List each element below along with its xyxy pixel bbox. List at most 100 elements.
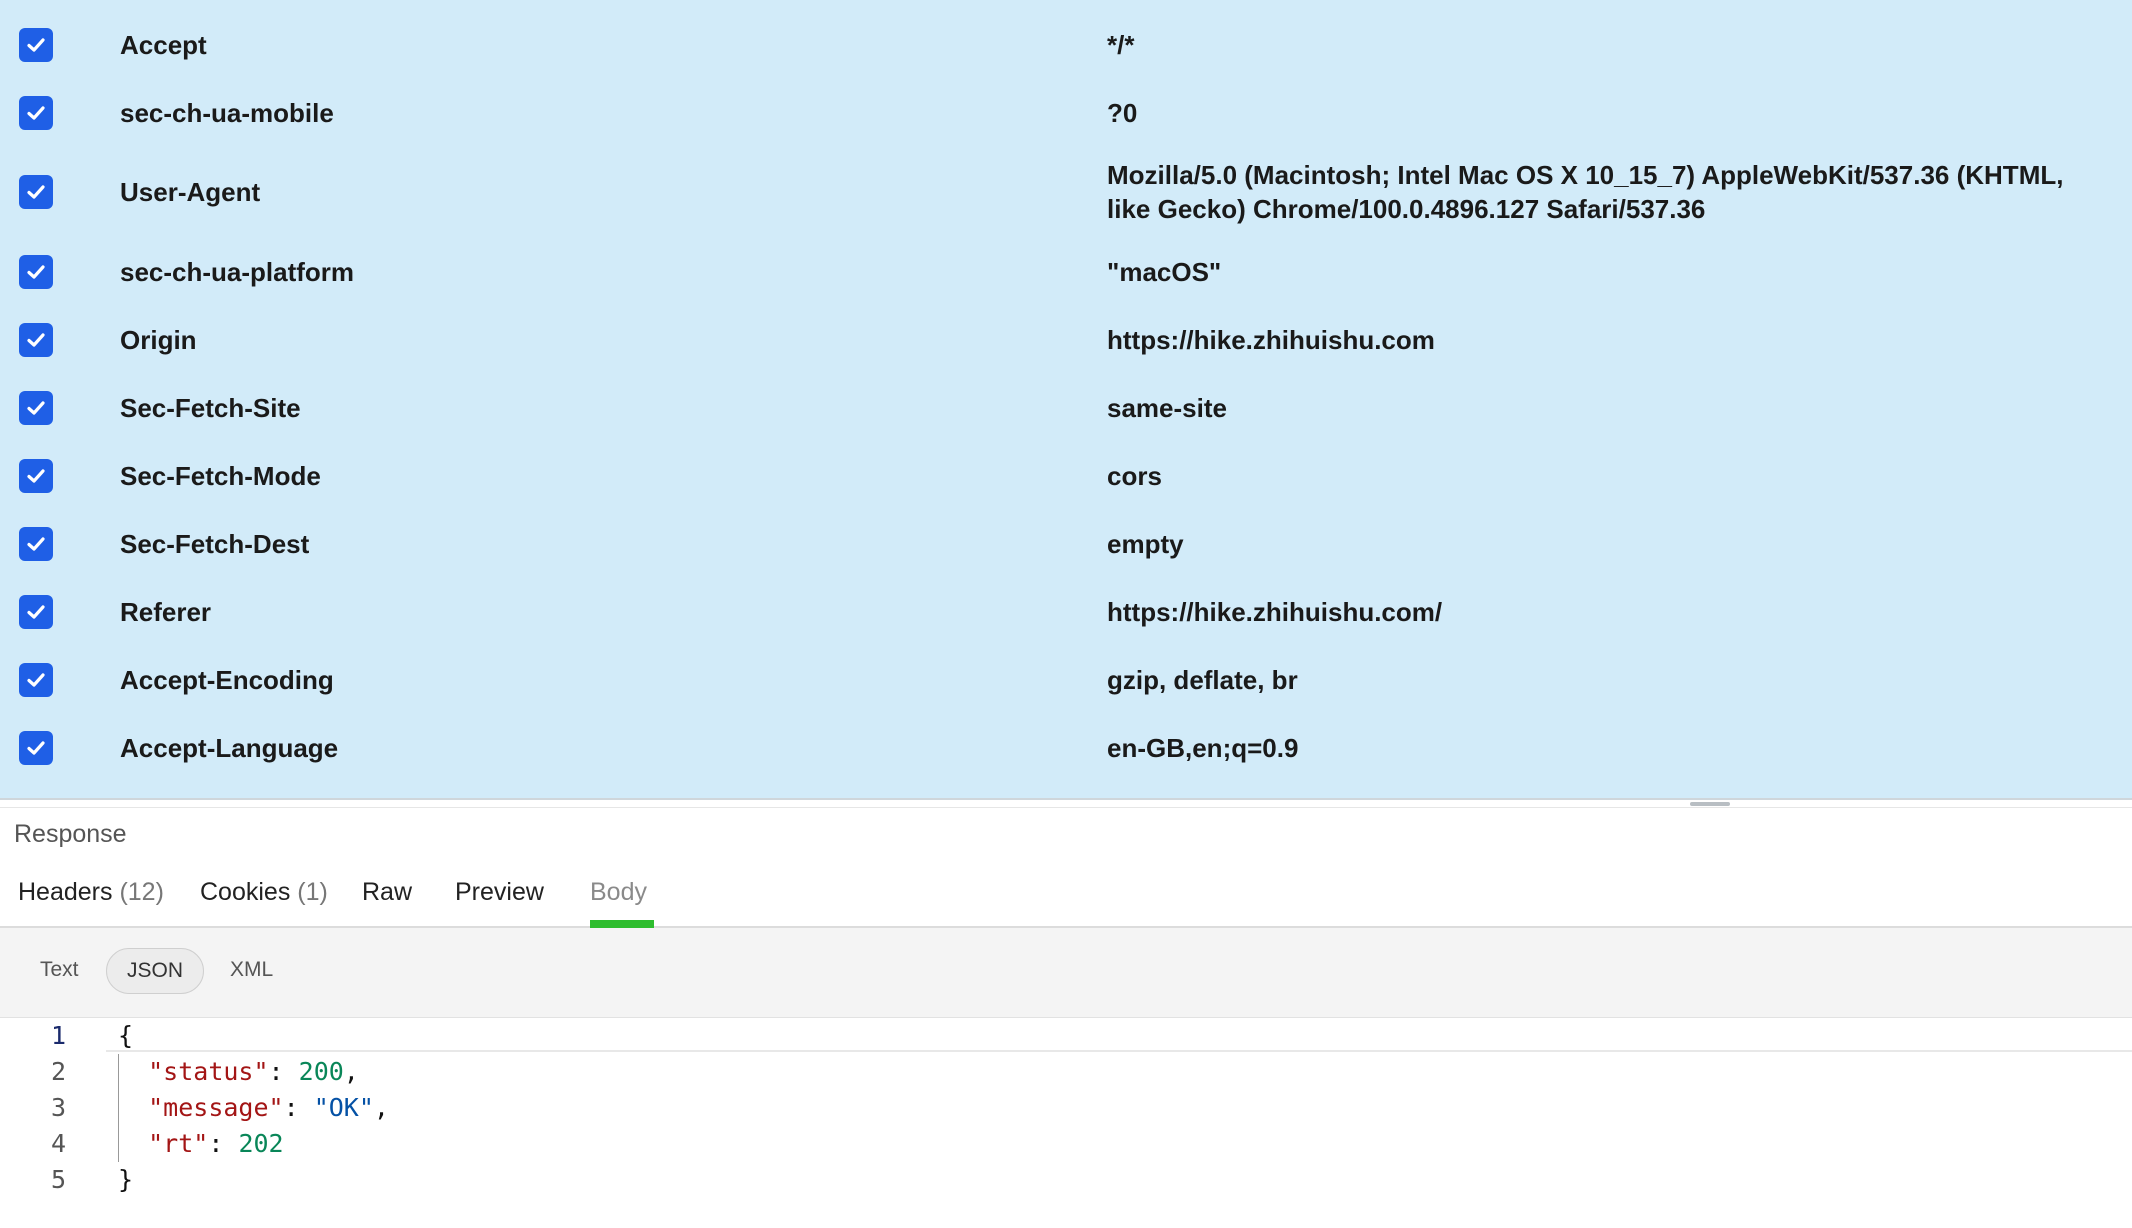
- header-value[interactable]: empty: [1107, 527, 2097, 561]
- tab-cookies[interactable]: Cookies (1): [200, 878, 328, 907]
- line-number: 4: [50, 1129, 66, 1158]
- code-line: 1 {: [0, 1018, 2132, 1054]
- header-row: Accept-Language en-GB,en;q=0.9: [0, 725, 2132, 771]
- header-value[interactable]: https://hike.zhihuishu.com/: [1107, 595, 2097, 629]
- active-tab-indicator: [590, 920, 654, 928]
- response-section-title: Response: [14, 820, 127, 848]
- header-key[interactable]: Accept: [120, 30, 207, 61]
- line-text: "rt": 202: [148, 1129, 284, 1158]
- json-key: "status": [148, 1057, 269, 1086]
- check-icon: [27, 537, 45, 551]
- header-enabled-checkbox[interactable]: [19, 663, 53, 697]
- header-value[interactable]: en-GB,en;q=0.9: [1107, 731, 2097, 765]
- line-text: }: [118, 1165, 134, 1194]
- header-enabled-checkbox[interactable]: [19, 96, 53, 130]
- header-key[interactable]: Sec-Fetch-Mode: [120, 461, 321, 492]
- tab-preview[interactable]: Preview: [455, 878, 544, 907]
- header-key[interactable]: Accept-Encoding: [120, 665, 334, 696]
- resize-handle[interactable]: [1690, 802, 1730, 806]
- header-value[interactable]: cors: [1107, 459, 2097, 493]
- header-enabled-checkbox[interactable]: [19, 731, 53, 765]
- header-enabled-checkbox[interactable]: [19, 255, 53, 289]
- check-icon: [27, 185, 45, 199]
- header-row: sec-ch-ua-mobile ?0: [0, 90, 2132, 136]
- request-headers-table: Accept */* sec-ch-ua-mobile ?0 User-Agen…: [0, 0, 2132, 800]
- header-row: Sec-Fetch-Dest empty: [0, 521, 2132, 567]
- json-string: "OK": [313, 1093, 374, 1122]
- tab-label: Preview: [455, 878, 544, 906]
- header-key[interactable]: Referer: [120, 597, 211, 628]
- json-punct: ,: [343, 1057, 359, 1086]
- line-number: 1: [50, 1021, 66, 1050]
- tab-label: Headers: [18, 878, 113, 906]
- header-row: Sec-Fetch-Mode cors: [0, 453, 2132, 499]
- json-number: 200: [298, 1057, 344, 1086]
- check-icon: [27, 38, 45, 52]
- format-xml-button[interactable]: XML: [230, 958, 273, 982]
- check-icon: [27, 741, 45, 755]
- tab-label: Raw: [362, 878, 413, 906]
- header-key[interactable]: User-Agent: [120, 177, 260, 208]
- tab-count: (1): [297, 878, 328, 906]
- line-text: {: [118, 1021, 134, 1050]
- json-key: "rt": [148, 1129, 209, 1158]
- format-json-button[interactable]: JSON: [106, 948, 204, 994]
- header-key[interactable]: sec-ch-ua-platform: [120, 257, 354, 288]
- line-text: "status": 200,: [148, 1057, 359, 1086]
- header-row: sec-ch-ua-platform "macOS": [0, 249, 2132, 295]
- header-row: Sec-Fetch-Site same-site: [0, 385, 2132, 431]
- header-key[interactable]: Accept-Language: [120, 733, 338, 764]
- tab-headers[interactable]: Headers (12): [18, 878, 164, 907]
- header-row: Referer https://hike.zhihuishu.com/: [0, 589, 2132, 635]
- header-row: Accept */*: [0, 22, 2132, 68]
- line-text: "message": "OK",: [148, 1093, 389, 1122]
- response-body-viewer[interactable]: 1 { 2 "status": 200, 3 "message": "OK", …: [0, 1018, 2132, 1228]
- tab-body[interactable]: Body: [590, 878, 647, 907]
- header-key[interactable]: Sec-Fetch-Site: [120, 393, 301, 424]
- code-line: 4 "rt": 202: [0, 1126, 2132, 1162]
- header-enabled-checkbox[interactable]: [19, 391, 53, 425]
- header-enabled-checkbox[interactable]: [19, 459, 53, 493]
- json-punct: ,: [373, 1093, 389, 1122]
- header-enabled-checkbox[interactable]: [19, 28, 53, 62]
- header-key[interactable]: Sec-Fetch-Dest: [120, 529, 309, 560]
- check-icon: [27, 469, 45, 483]
- format-text-button[interactable]: Text: [40, 958, 79, 982]
- body-format-selector: Text JSON XML: [0, 928, 2132, 1018]
- tab-label: Cookies: [200, 878, 291, 906]
- check-icon: [27, 673, 45, 687]
- header-value[interactable]: */*: [1107, 28, 2097, 62]
- header-enabled-checkbox[interactable]: [19, 175, 53, 209]
- header-value[interactable]: gzip, deflate, br: [1107, 663, 2097, 697]
- json-number: 202: [238, 1129, 284, 1158]
- header-enabled-checkbox[interactable]: [19, 323, 53, 357]
- tab-count: (12): [119, 878, 164, 906]
- check-icon: [27, 333, 45, 347]
- header-value[interactable]: "macOS": [1107, 255, 2097, 289]
- line-number: 2: [50, 1057, 66, 1086]
- check-icon: [27, 265, 45, 279]
- header-value[interactable]: https://hike.zhihuishu.com: [1107, 323, 2097, 357]
- line-number: 3: [50, 1093, 66, 1122]
- json-key: "message": [148, 1093, 284, 1122]
- header-row: Origin https://hike.zhihuishu.com: [0, 317, 2132, 363]
- line-number: 5: [50, 1165, 66, 1194]
- check-icon: [27, 401, 45, 415]
- header-key[interactable]: sec-ch-ua-mobile: [120, 98, 334, 129]
- header-value[interactable]: ?0: [1107, 96, 2097, 130]
- response-tabs: Headers (12) Cookies (1) Raw Preview Bod…: [0, 870, 2132, 928]
- tab-raw[interactable]: Raw: [362, 878, 412, 907]
- header-value[interactable]: Mozilla/5.0 (Macintosh; Intel Mac OS X 1…: [1107, 158, 2097, 226]
- header-value[interactable]: same-site: [1107, 391, 2097, 425]
- code-line: 3 "message": "OK",: [0, 1090, 2132, 1126]
- tab-label: Body: [590, 878, 647, 906]
- header-enabled-checkbox[interactable]: [19, 527, 53, 561]
- header-row: Accept-Encoding gzip, deflate, br: [0, 657, 2132, 703]
- code-line: 5 }: [0, 1162, 2132, 1198]
- header-key[interactable]: Origin: [120, 325, 197, 356]
- header-row: User-Agent Mozilla/5.0 (Macintosh; Intel…: [0, 158, 2132, 226]
- header-enabled-checkbox[interactable]: [19, 595, 53, 629]
- panel-divider[interactable]: [0, 798, 2132, 808]
- check-icon: [27, 605, 45, 619]
- check-icon: [27, 106, 45, 120]
